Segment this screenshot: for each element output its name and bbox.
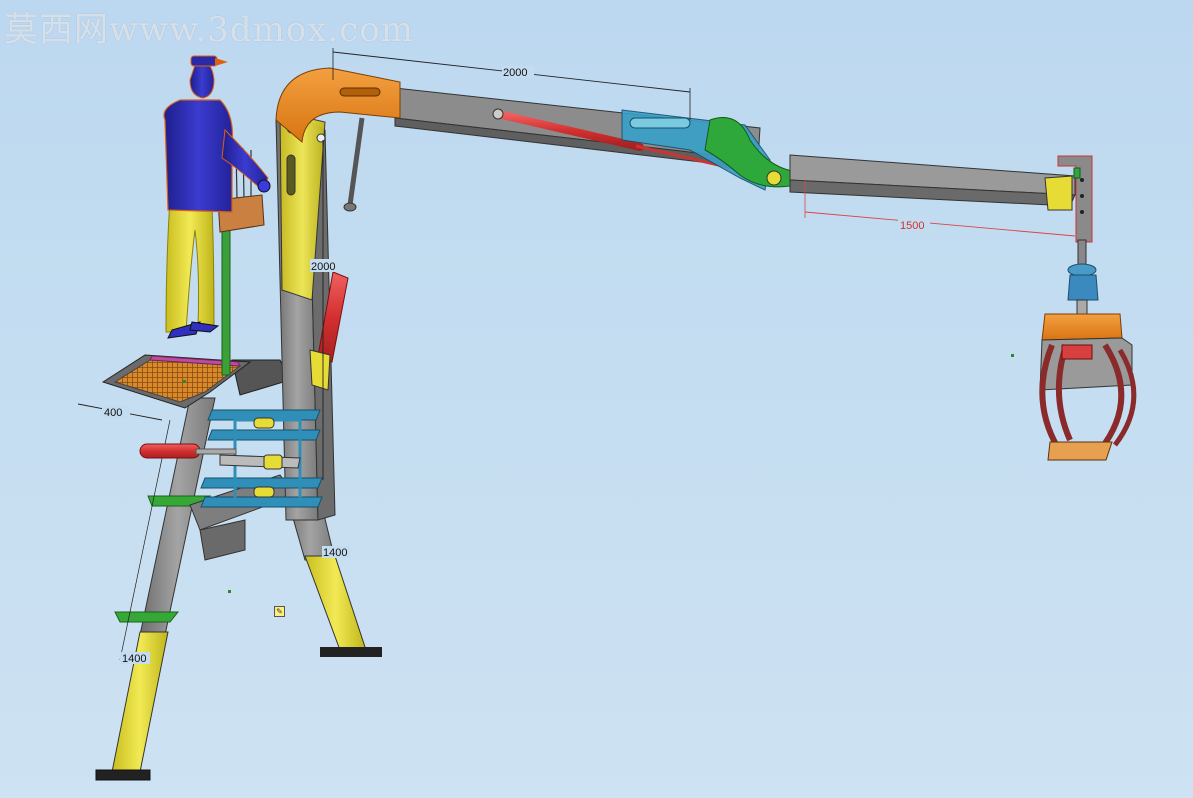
log-grapple[interactable] <box>1039 313 1137 461</box>
cad-viewport[interactable]: 2000 2000 1500 400 1400 1400 莫西网www.3dmo… <box>0 0 1193 798</box>
site-watermark: 莫西网www.3dmox.com <box>4 10 414 50</box>
dim-label-mast: 2000 <box>311 261 335 273</box>
rotator[interactable] <box>1067 239 1099 315</box>
dim-label-rear-leg: 1400 <box>323 547 347 559</box>
dimension-platform-width[interactable]: 400 <box>77 403 163 421</box>
crane-3d-model[interactable]: 2000 2000 1500 400 1400 1400 <box>0 0 1193 798</box>
sketch-note-icon[interactable]: ✎ <box>274 606 285 617</box>
dim-label-jib: 1500 <box>900 220 924 232</box>
dimension-front-leg[interactable]: 1400 <box>120 652 150 665</box>
dim-label-front-leg: 1400 <box>122 653 146 665</box>
dim-label-boom: 2000 <box>503 67 527 79</box>
dim-label-platform: 400 <box>104 407 122 419</box>
dimension-rear-leg[interactable]: 1400 <box>322 546 350 559</box>
extension-jib[interactable] <box>789 154 1076 211</box>
